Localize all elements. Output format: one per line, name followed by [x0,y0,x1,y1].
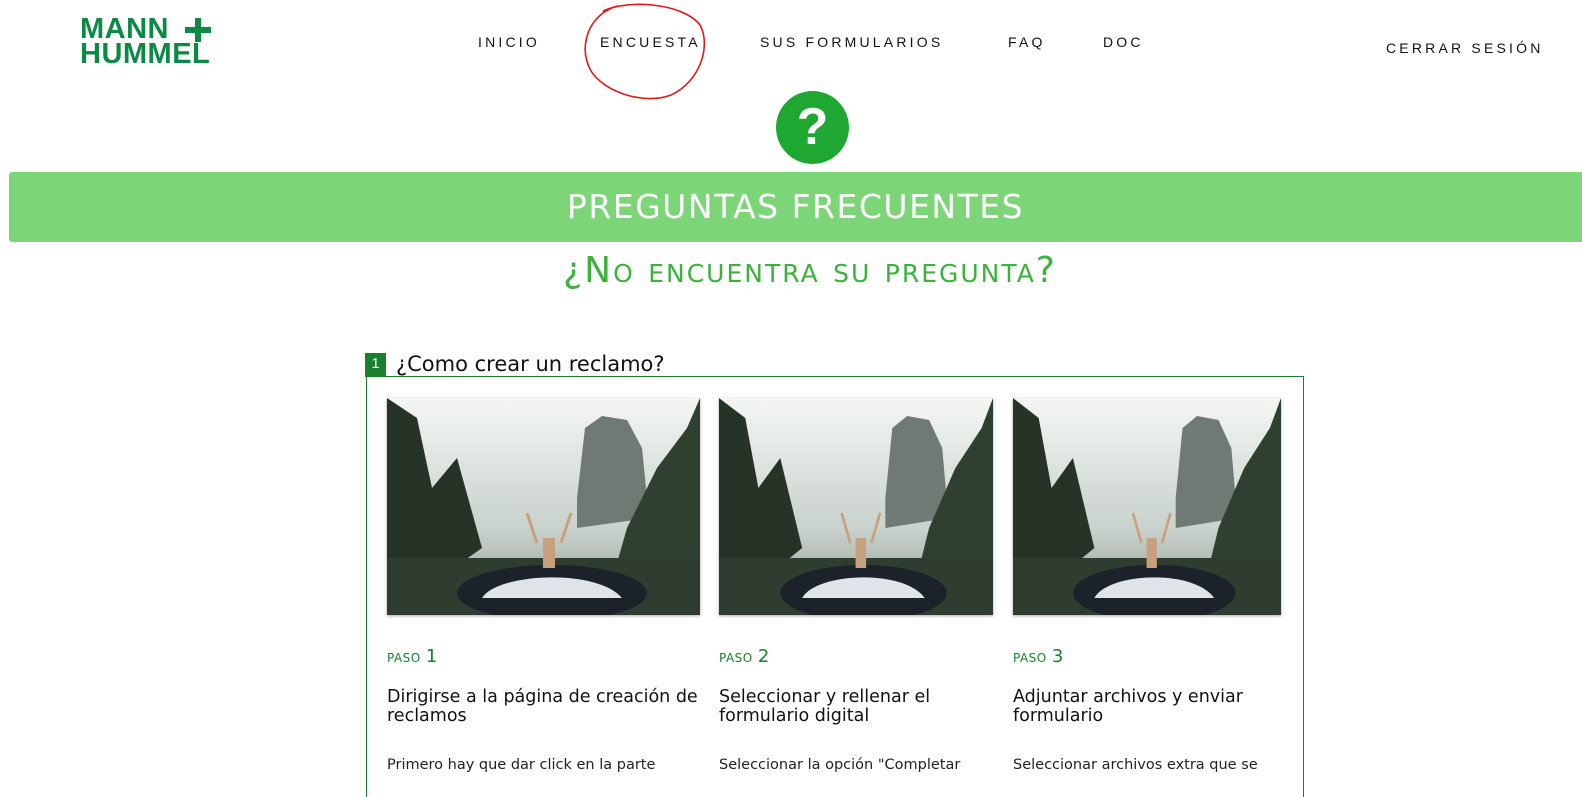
step-card-3: paso 3 Adjuntar archivos y enviar formul… [1013,398,1281,773]
step-title-2: Seleccionar y rellenar el formulario dig… [719,687,931,726]
step-desc-3: Seleccionar archivos extra que se [1013,757,1258,773]
annotation-circle [584,3,706,100]
step-title-3: Adjuntar archivos y enviar formulario [1013,687,1243,726]
step-title-1: Dirigirse a la página de creación de rec… [387,687,698,726]
step-label-3: paso 3 [1013,646,1064,667]
logo-line-2: HUMMEL [80,38,211,70]
step-image-3 [1013,398,1281,615]
step-desc-1: Primero hay que dar click en la parte [387,757,656,773]
step-card-2: paso 2 Seleccionar y rellenar el formula… [719,398,993,773]
step-label-1: paso 1 [387,646,438,667]
step-image-1 [387,398,700,615]
faq-banner: PREGUNTAS FRECUENTES [9,172,1582,242]
nav-faq[interactable]: FAQ [1008,34,1046,50]
logo-plus-icon [185,18,211,42]
logout-link[interactable]: CERRAR SESIÓN [1386,40,1544,56]
step-desc-2: Seleccionar la opción "Completar [719,757,961,773]
question-number-badge: 1 [365,353,386,377]
faq-subtitle: ¿No encuentra su pregunta? [563,250,1057,291]
question-mark-icon: ? [776,91,849,164]
nav-doc[interactable]: DOC [1103,34,1144,50]
question-title[interactable]: ¿Como crear un reclamo? [396,352,665,376]
step-label-2: paso 2 [719,646,770,667]
nav-inicio[interactable]: INICIO [478,34,540,50]
step-card-1: paso 1 Dirigirse a la página de creación… [387,398,700,773]
nav-sus-formularios[interactable]: SUS FORMULARIOS [760,34,943,50]
mann-hummel-logo[interactable]: MANN HUMMEL [80,15,230,73]
step-image-2 [719,398,993,615]
